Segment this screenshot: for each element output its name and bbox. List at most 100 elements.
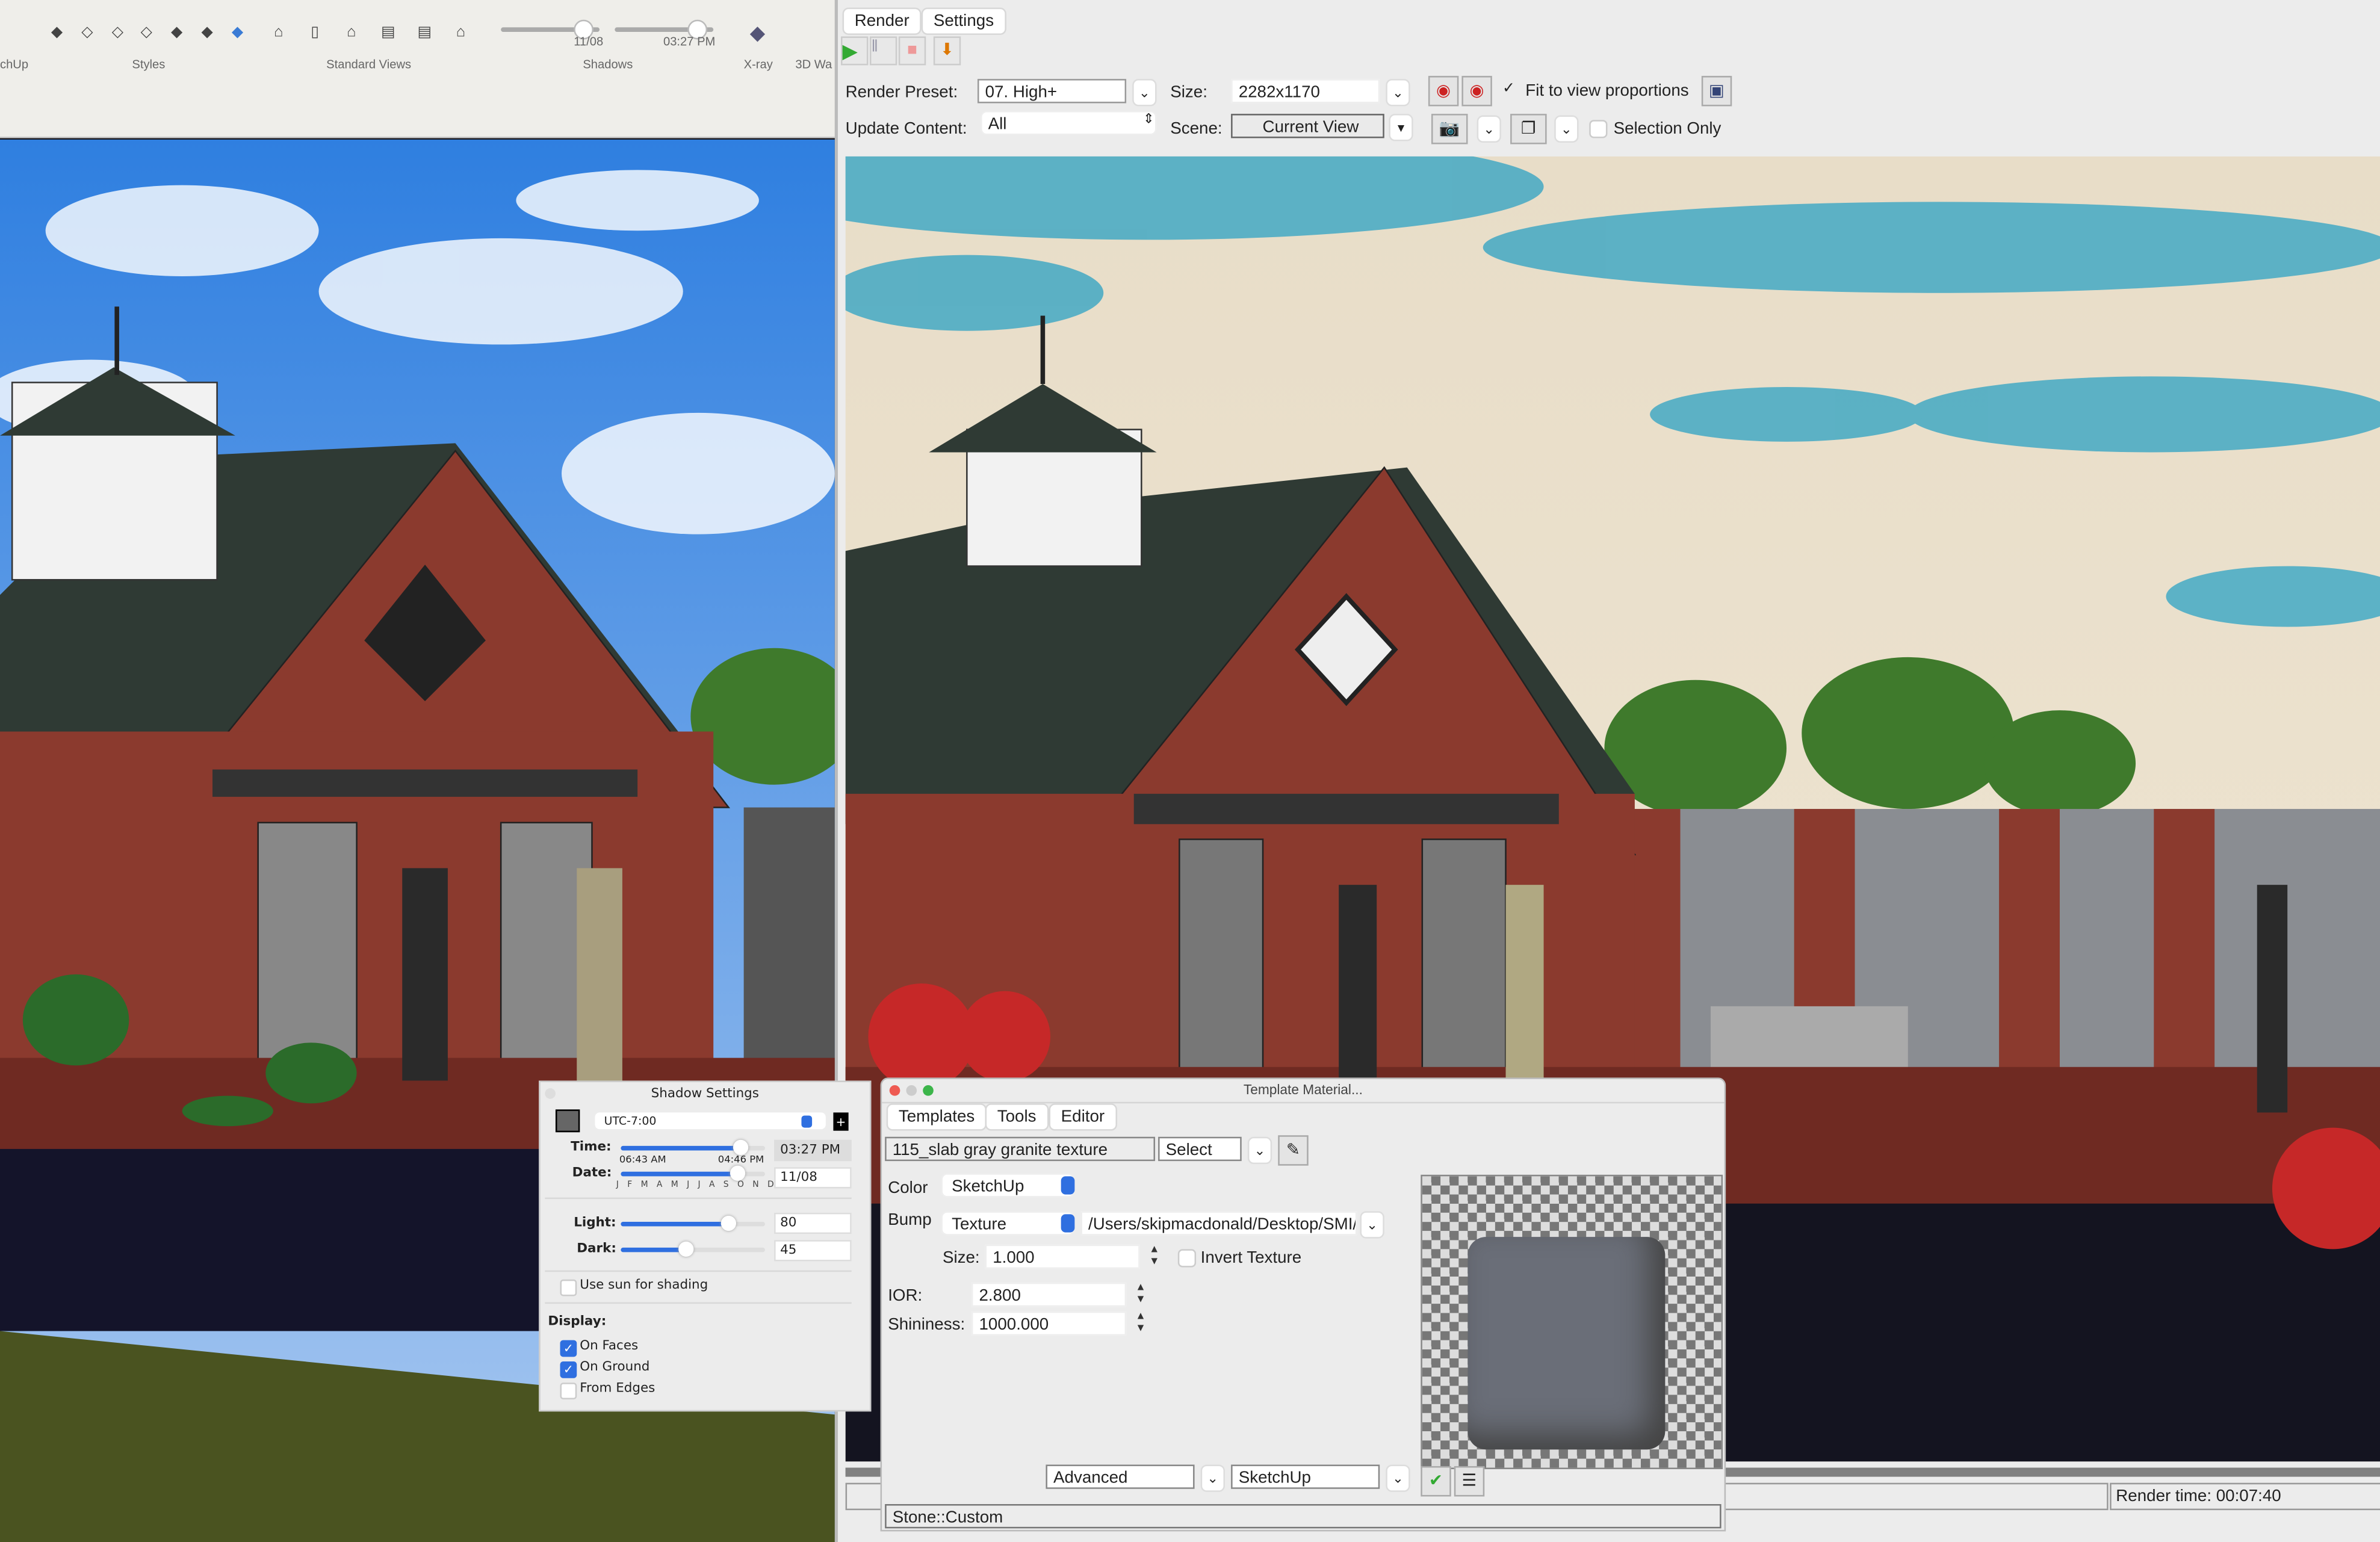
- scene-select[interactable]: Current View: [1231, 114, 1384, 138]
- month-tick: O: [737, 1180, 744, 1191]
- shininess-field[interactable]: 1000.000: [971, 1311, 1127, 1336]
- camera-icon[interactable]: 📷: [1431, 114, 1468, 144]
- scene-dropdown[interactable]: ▾: [1389, 114, 1413, 141]
- tab-tools[interactable]: Tools: [985, 1103, 1049, 1131]
- render-time-status: Render time: 00:07:40: [2110, 1482, 2380, 1511]
- divider: [545, 1302, 852, 1304]
- ior-stepper[interactable]: ▲ ▼: [1134, 1283, 1148, 1307]
- material-select-dropdown[interactable]: ⌄: [1247, 1136, 1272, 1165]
- tab-editor[interactable]: Editor: [1049, 1103, 1117, 1131]
- material-name-field[interactable]: 115_slab gray granite texture: [885, 1136, 1156, 1162]
- engine-field[interactable]: SketchUp: [1231, 1464, 1380, 1489]
- dark-field[interactable]: 45: [774, 1240, 852, 1262]
- color-select[interactable]: SketchUp: [941, 1173, 1075, 1198]
- timezone-select[interactable]: UTC-7:00: [595, 1112, 826, 1130]
- right-view-icon[interactable]: ▤: [381, 24, 395, 41]
- tab-settings[interactable]: Settings: [921, 7, 1006, 35]
- invert-texture-label: Invert Texture: [1200, 1249, 1302, 1268]
- ior-label: IOR:: [888, 1287, 923, 1305]
- time-slider[interactable]: [621, 1139, 765, 1156]
- divider: [545, 1270, 852, 1272]
- shaded-style-icon[interactable]: ◆: [170, 24, 184, 41]
- eyedropper-icon[interactable]: ✎: [1278, 1135, 1309, 1166]
- bump-size-field[interactable]: 1.000: [985, 1244, 1140, 1269]
- iso-view-icon[interactable]: ⌂: [271, 24, 285, 41]
- from-edges-checkbox[interactable]: [560, 1383, 577, 1400]
- on-ground-label: On Ground: [580, 1360, 650, 1375]
- ior-field[interactable]: 2.800: [971, 1282, 1127, 1307]
- play-icon[interactable]: ▶: [841, 36, 869, 66]
- light-field[interactable]: 80: [774, 1212, 852, 1234]
- front-view-icon[interactable]: ⌂: [344, 24, 358, 41]
- zoom-in-render-icon[interactable]: ◉: [1428, 76, 1459, 107]
- wireframe-style-icon[interactable]: ◇: [111, 24, 125, 41]
- selection-only-label: Selection Only: [1613, 120, 1721, 138]
- size-label: Size:: [942, 1249, 980, 1268]
- date-field[interactable]: 11/08: [774, 1167, 852, 1189]
- camera-dropdown[interactable]: ⌄: [1477, 115, 1501, 143]
- bump-size-stepper[interactable]: ▲ ▼: [1147, 1245, 1161, 1269]
- light-slider-knob[interactable]: [721, 1215, 737, 1231]
- selection-only-checkbox[interactable]: [1589, 120, 1608, 138]
- bump-path-dropdown[interactable]: ⌄: [1360, 1211, 1384, 1239]
- fit-frame-icon[interactable]: ▣: [1701, 76, 1732, 107]
- month-tick: M: [671, 1180, 678, 1191]
- on-faces-checkbox[interactable]: ✓: [560, 1340, 577, 1357]
- time-field[interactable]: 03:27 PM: [774, 1139, 852, 1162]
- expand-icon[interactable]: +: [833, 1112, 849, 1131]
- dark-slider[interactable]: [621, 1241, 765, 1257]
- fit-to-view-checkbox[interactable]: ✓: [1501, 81, 1516, 97]
- update-content-select[interactable]: All: [981, 111, 1157, 135]
- copy-dropdown[interactable]: ⌄: [1554, 115, 1579, 143]
- tab-render[interactable]: Render: [842, 7, 922, 35]
- save-render-icon[interactable]: ⬇: [933, 36, 961, 66]
- shaded-textures-style-icon[interactable]: ◆: [200, 24, 214, 41]
- date-slider-knob[interactable]: [730, 1165, 746, 1181]
- from-edges-label: From Edges: [580, 1381, 655, 1396]
- invert-texture-checkbox[interactable]: [1177, 1249, 1197, 1268]
- shininess-label: Shininess:: [888, 1316, 965, 1334]
- list-icon[interactable]: ☰: [1454, 1466, 1485, 1497]
- month-ticks: JFMAMJJASOND: [616, 1181, 774, 1190]
- mode-field[interactable]: Advanced: [1046, 1464, 1195, 1489]
- bump-select[interactable]: Texture: [941, 1211, 1075, 1236]
- left-view-icon[interactable]: ⌂: [454, 24, 468, 41]
- back-edges-style-icon[interactable]: ◇: [81, 24, 95, 41]
- toolbar-group-label: chUp: [0, 57, 29, 72]
- month-tick: M: [640, 1180, 648, 1191]
- monochrome-style-icon[interactable]: ◆: [231, 24, 244, 41]
- back-view-icon[interactable]: ▤: [417, 24, 432, 41]
- apply-checkmark-icon[interactable]: ✔: [1421, 1466, 1451, 1497]
- size-dropdown[interactable]: ⌄: [1386, 79, 1410, 107]
- copy-pages-icon[interactable]: ❐: [1510, 114, 1547, 144]
- on-ground-checkbox[interactable]: ✓: [560, 1361, 577, 1378]
- xray-style-icon[interactable]: ◆: [50, 24, 64, 41]
- time-slider-knob[interactable]: [733, 1139, 749, 1156]
- mode-dropdown[interactable]: ⌄: [1200, 1464, 1226, 1492]
- standard-views-group-label: Standard Views: [326, 57, 412, 72]
- color-label: Color: [888, 1179, 928, 1198]
- xray-icon[interactable]: ◆: [750, 23, 765, 43]
- light-slider[interactable]: [621, 1215, 765, 1231]
- date-slider[interactable]: [621, 1165, 765, 1181]
- update-content-label: Update Content:: [845, 120, 967, 138]
- top-view-icon[interactable]: ▯: [308, 24, 322, 41]
- on-faces-label: On Faces: [580, 1339, 639, 1354]
- month-tick: N: [752, 1180, 759, 1191]
- dark-slider-knob[interactable]: [678, 1241, 694, 1257]
- pause-icon[interactable]: ‖: [869, 36, 897, 66]
- render-preset-dropdown[interactable]: ⌄: [1132, 79, 1157, 107]
- light-label: Light:: [574, 1215, 616, 1231]
- shininess-stepper[interactable]: ▲ ▼: [1134, 1311, 1148, 1336]
- tab-templates[interactable]: Templates: [886, 1103, 987, 1131]
- zoom-out-render-icon[interactable]: ◉: [1461, 76, 1492, 107]
- use-sun-checkbox[interactable]: [560, 1279, 577, 1296]
- engine-dropdown[interactable]: ⌄: [1386, 1464, 1410, 1492]
- shadow-date-value: 11/08: [574, 34, 604, 49]
- hidden-line-style-icon[interactable]: ◇: [140, 24, 153, 41]
- bump-path-field[interactable]: /Users/skipmacdonald/Desktop/SMI/S K: [1080, 1211, 1357, 1236]
- render-preset-field[interactable]: 07. High+: [977, 79, 1127, 104]
- material-select-field[interactable]: Select: [1158, 1136, 1242, 1162]
- size-field[interactable]: 2282x1170: [1231, 79, 1380, 104]
- stop-icon[interactable]: ■: [898, 36, 926, 66]
